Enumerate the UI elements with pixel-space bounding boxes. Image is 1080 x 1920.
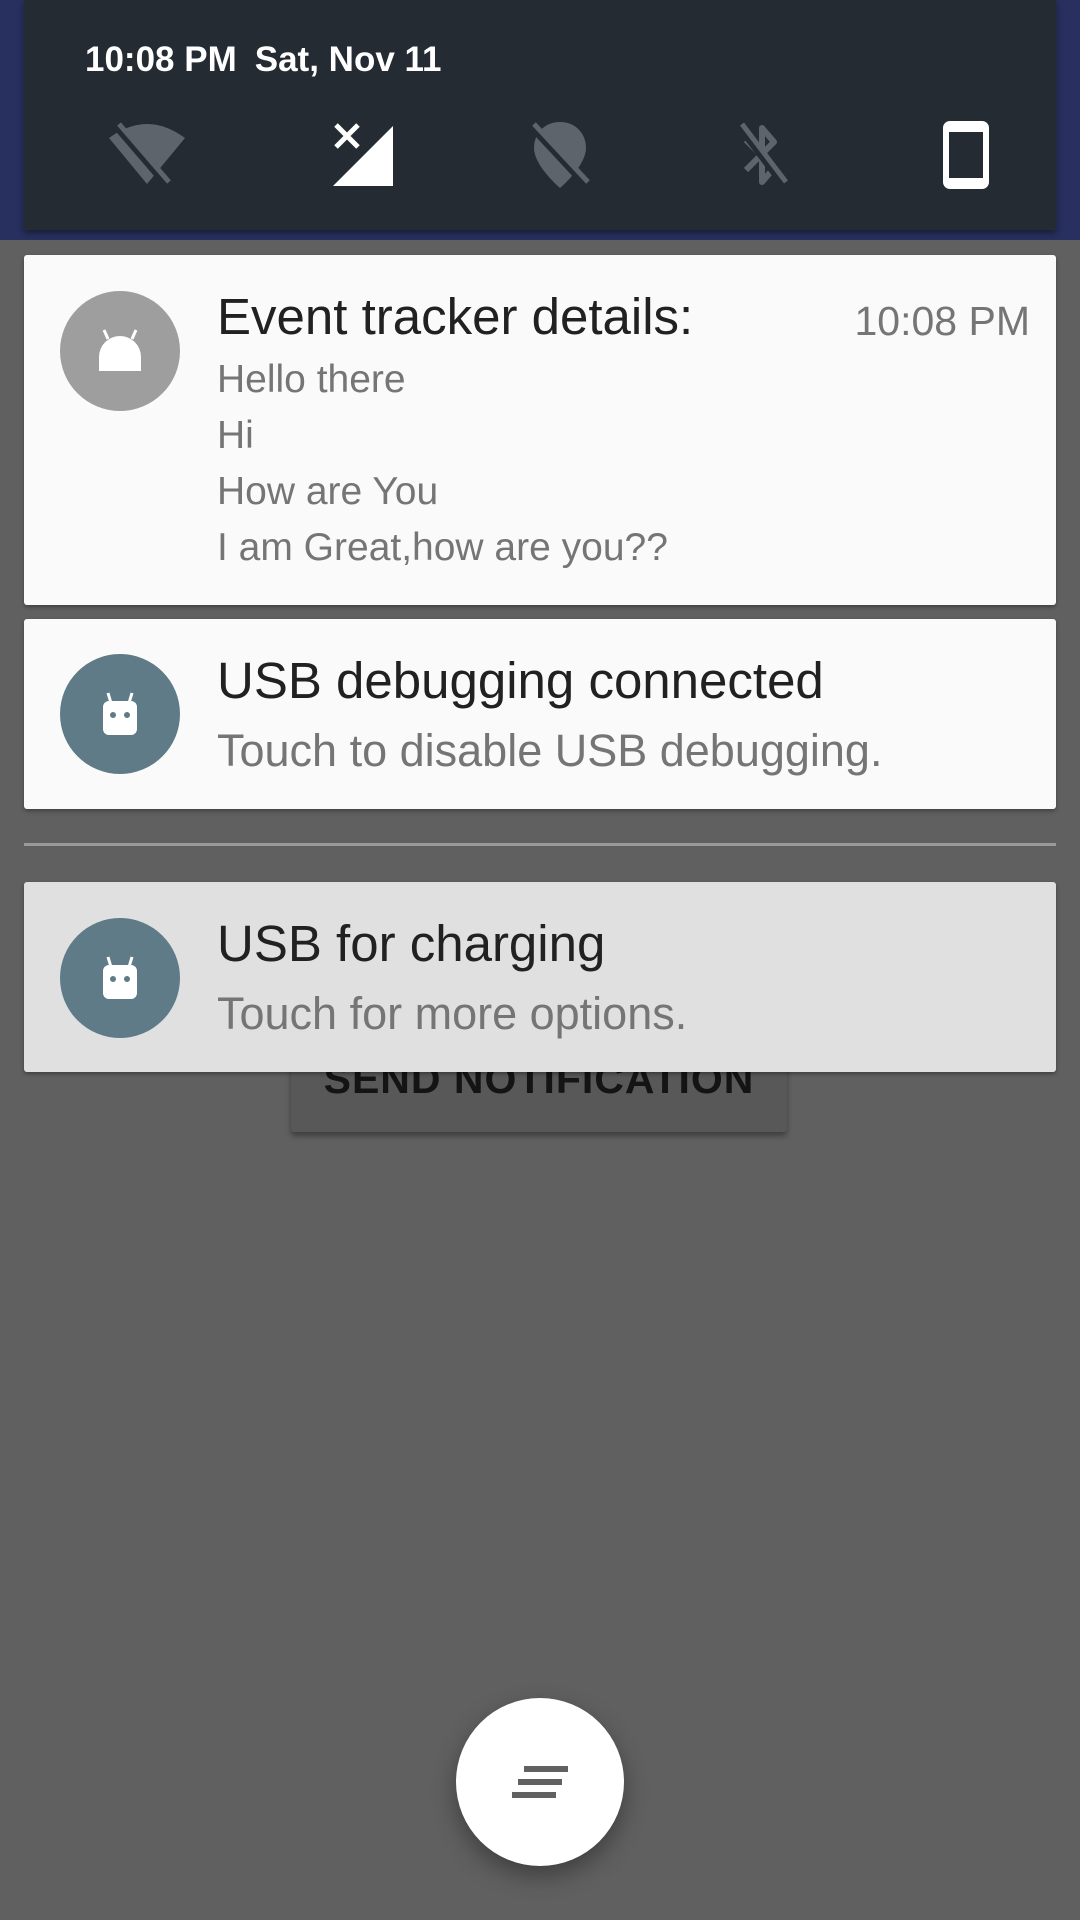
cellular-no-signal-icon[interactable] [318,115,408,195]
clock: 10:08 PM [85,40,237,79]
clear-all-icon [512,1766,568,1798]
notification-title: USB debugging connected [217,652,824,709]
quick-settings-tiles [24,115,1056,195]
message-line: Hello there [217,358,406,401]
notification-usb-charging[interactable]: USB for charging Touch for more options. [24,882,1056,1072]
divider [24,843,1056,846]
notification-time: 10:08 PM [854,298,1031,344]
date: Sat, Nov 11 [254,40,442,79]
location-off-icon[interactable] [515,115,605,195]
clear-all-button[interactable] [456,1698,624,1866]
android-icon [60,918,180,1038]
message-line: Hi [217,414,254,457]
android-icon [60,654,180,774]
notification-event-tracker[interactable]: Event tracker details: 10:08 PM Hello th… [24,255,1056,605]
message-line: I am Great,how are you?? [217,526,668,569]
notification-subtitle: Touch for more options. [217,988,688,1039]
status-header[interactable]: 10:08 PM Sat, Nov 11 [85,40,460,80]
quick-settings-panel: 10:08 PM Sat, Nov 11 [24,0,1056,230]
notification-subtitle: Touch to disable USB debugging. [217,725,883,776]
message-line: How are You [217,470,439,513]
notification-title: Event tracker details: [217,288,694,345]
notification-title: USB for charging [217,915,606,972]
auto-rotate-portrait-icon[interactable] [921,115,1011,195]
wifi-off-icon[interactable] [102,115,192,195]
android-icon [60,291,180,411]
bluetooth-off-icon[interactable] [717,115,807,195]
notification-usb-debugging[interactable]: USB debugging connected Touch to disable… [24,619,1056,809]
